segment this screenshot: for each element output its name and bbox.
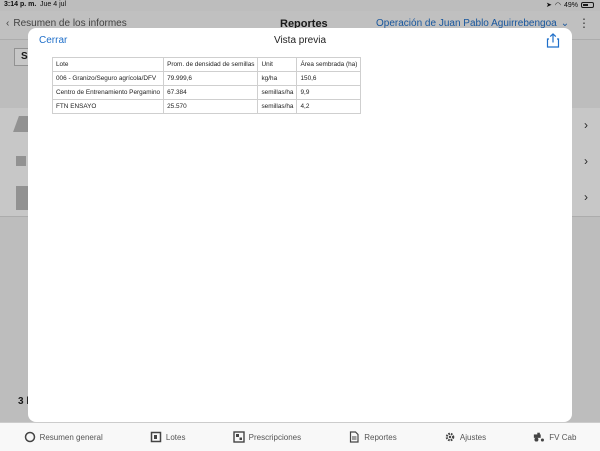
tab-bar: Resumen general Lotes Prescripciones Rep…	[0, 422, 600, 451]
table-cell: 25.570	[163, 99, 259, 114]
header-cell: Lote	[51, 57, 165, 72]
header-cell: Área sembrada (ha)	[296, 57, 362, 72]
table-cell: semillas/ha	[257, 99, 298, 114]
table-cell: Centro de Entrenamiento Pergamino	[51, 85, 165, 100]
header-cell: Unit	[257, 57, 298, 72]
gear-icon	[445, 432, 455, 442]
tab-resumen-general[interactable]: Resumen general	[24, 431, 103, 443]
table-cell: 67.384	[163, 85, 259, 100]
header-cell: Prom. de densidad de semillas	[163, 57, 259, 72]
preview-modal: Cerrar Vista previa Lote Prom. de densid…	[28, 28, 572, 422]
tab-reportes[interactable]: Reportes	[348, 431, 397, 443]
grid-icon	[232, 431, 245, 443]
tab-lotes[interactable]: Lotes	[150, 431, 186, 443]
table-cell: kg/ha	[257, 71, 298, 86]
table-header-row: Lote Prom. de densidad de semillas Unit …	[51, 57, 362, 72]
tab-fv-cab[interactable]: FV Cab	[533, 431, 576, 443]
table-row: FTN ENSAYO 25.570 semillas/ha 4,2	[51, 99, 362, 114]
table-row: 006 - Granizo/Seguro agrícola/DFV 79.999…	[51, 71, 362, 86]
share-icon[interactable]	[546, 33, 560, 48]
preview-table: Lote Prom. de densidad de semillas Unit …	[51, 57, 362, 114]
tab-label: Lotes	[165, 432, 186, 442]
table-cell: semillas/ha	[257, 85, 298, 100]
modal-title: Vista previa	[273, 35, 327, 46]
tab-label: Ajustes	[459, 432, 487, 442]
tab-label: Prescripciones	[248, 432, 302, 442]
table-cell: 4,2	[296, 99, 362, 114]
table-cell: FTN ENSAYO	[51, 99, 165, 114]
tab-prescripciones[interactable]: Prescripciones	[232, 431, 302, 443]
tab-label: FV Cab	[549, 432, 577, 442]
modal-header: Cerrar Vista previa	[28, 28, 572, 54]
table-cell: 79.999,6	[163, 71, 259, 86]
tab-ajustes[interactable]: Ajustes	[444, 431, 486, 443]
table-cell: 9,9	[296, 85, 362, 100]
tractor-icon	[534, 432, 545, 442]
circle-icon	[24, 431, 35, 443]
table-row: Centro de Entrenamiento Pergamino 67.384…	[51, 85, 362, 100]
tab-label: Resumen general	[39, 432, 103, 442]
table-cell: 150,6	[296, 71, 362, 86]
document-icon	[350, 431, 359, 443]
tab-label: Reportes	[364, 432, 397, 442]
book-icon	[150, 431, 162, 443]
table-cell: 006 - Granizo/Seguro agrícola/DFV	[51, 71, 165, 86]
